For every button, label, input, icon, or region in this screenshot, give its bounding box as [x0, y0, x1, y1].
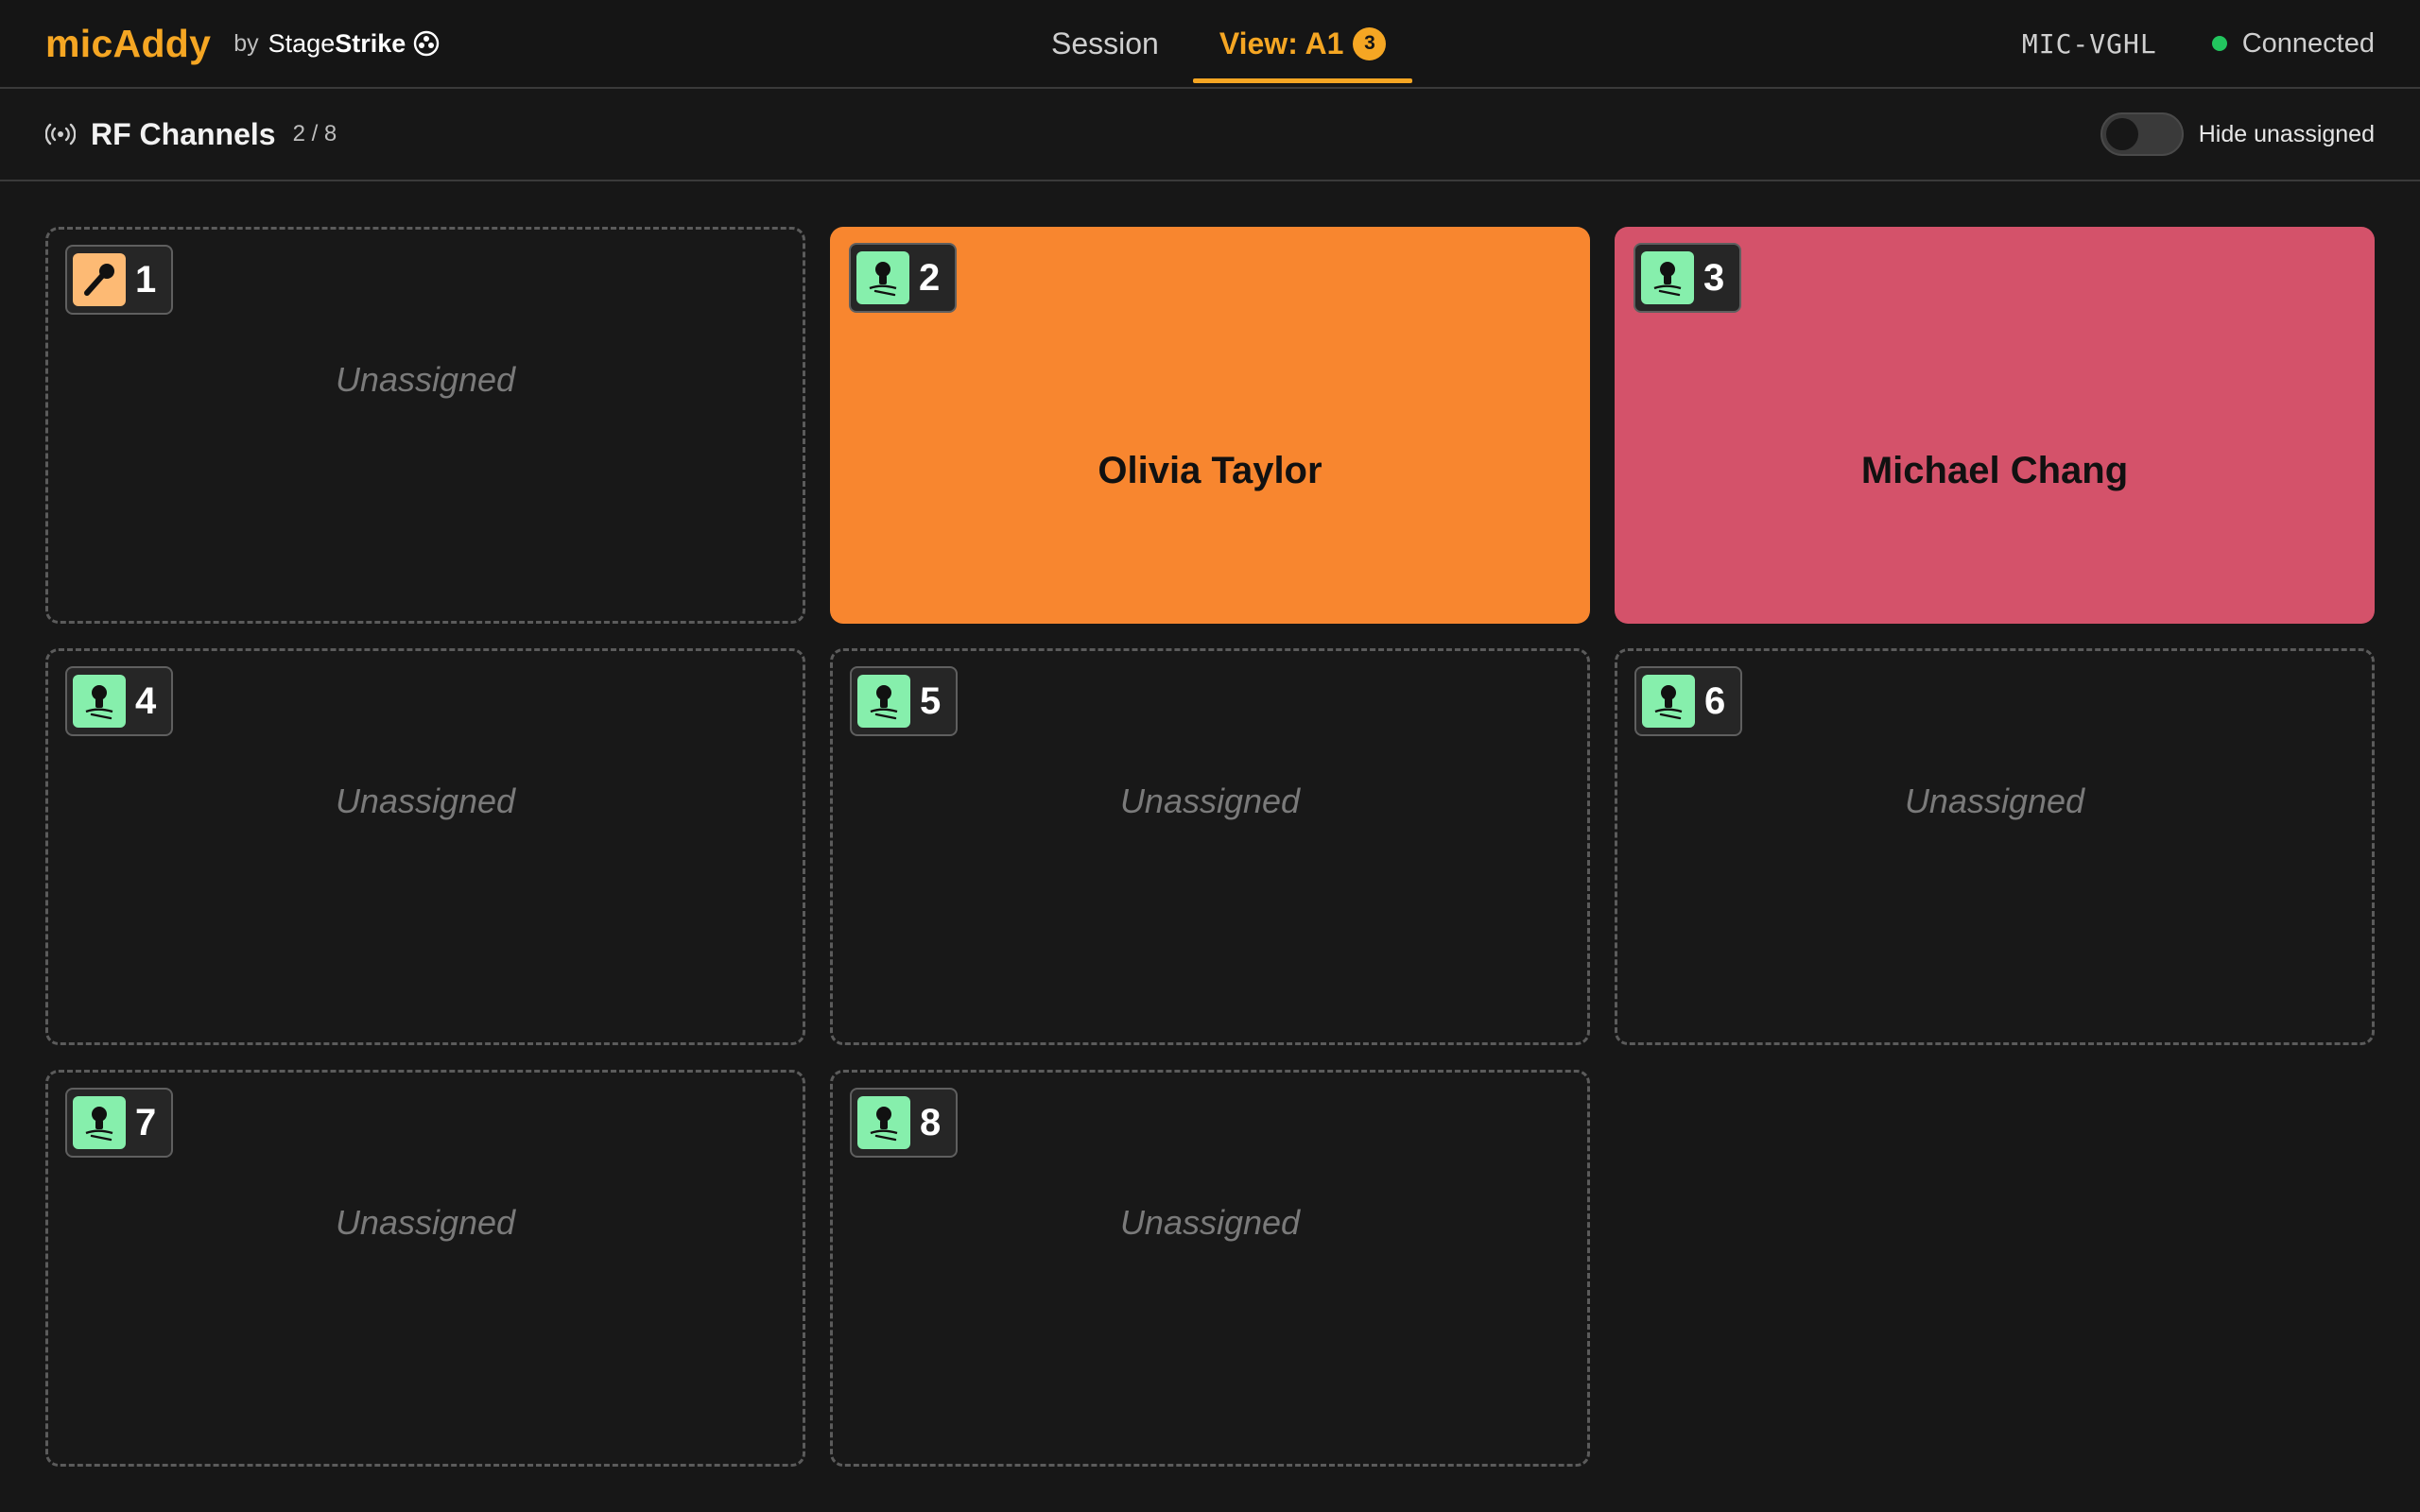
stagestrike-logo-icon [414, 30, 440, 57]
channel-number: 6 [1704, 679, 1726, 722]
channel-chip: 5 [850, 666, 959, 736]
channel-chip: 6 [1634, 666, 1743, 736]
channel-number: 3 [1703, 256, 1725, 299]
section-header: RF Channels 2 / 8 Hide unassigned [0, 89, 2420, 181]
lavalier-mic-icon [856, 251, 909, 304]
hide-unassigned-control: Hide unassigned [2100, 89, 2375, 180]
section-title: RF Channels [91, 116, 276, 151]
device-id: MIC-VGHL [2021, 27, 2157, 60]
channel-card-2[interactable]: 2 Olivia Taylor [830, 227, 1590, 624]
unassigned-label: Unassigned [1904, 782, 2085, 820]
handheld-mic-icon [73, 253, 126, 306]
lavalier-mic-icon [73, 1096, 126, 1149]
company-name: StageStrike [268, 29, 406, 59]
channel-chip: 3 [1634, 243, 1742, 313]
rf-signal-icon [45, 123, 76, 146]
channel-number: 4 [135, 679, 157, 722]
channel-number: 2 [919, 256, 941, 299]
performer-name: Olivia Taylor [1098, 450, 1322, 491]
channel-number: 1 [135, 258, 157, 301]
unassigned-label: Unassigned [1119, 1203, 1301, 1242]
channel-chip: 7 [65, 1088, 174, 1158]
section-title-group: RF Channels 2 / 8 [45, 89, 337, 180]
unassigned-label: Unassigned [335, 1203, 516, 1242]
unassigned-label: Unassigned [335, 360, 516, 399]
channel-card-6[interactable]: 6 Unassigned [1615, 648, 2375, 1045]
channel-chip: 1 [65, 245, 174, 315]
channel-number: 5 [920, 679, 942, 722]
channel-chip: 4 [65, 666, 174, 736]
hide-unassigned-label[interactable]: Hide unassigned [2199, 121, 2375, 148]
status-area: MIC-VGHL Connected [2022, 0, 2375, 87]
channel-chip: 2 [849, 243, 958, 313]
top-bar: micAddy by StageStrike Session View: A1 … [0, 0, 2420, 89]
tab-session[interactable]: Session [1021, 0, 1189, 87]
channel-number: 8 [920, 1101, 942, 1143]
channel-card-4[interactable]: 4 Unassigned [45, 648, 805, 1045]
brand-by: by [233, 29, 259, 57]
connection-status: Connected [2241, 27, 2375, 59]
channel-card-3[interactable]: 3 Michael Chang [1615, 227, 2375, 624]
channel-card-8[interactable]: 8 Unassigned [830, 1070, 1590, 1467]
lavalier-mic-icon [857, 1096, 910, 1149]
unassigned-label: Unassigned [1119, 782, 1301, 820]
unassigned-label: Unassigned [335, 782, 516, 820]
channel-count: 2 / 8 [292, 121, 337, 146]
lavalier-mic-icon [1642, 675, 1695, 728]
tab-session-label: Session [1051, 26, 1159, 60]
connection-status-dot-icon [2211, 36, 2227, 51]
performer-name: Michael Chang [1860, 450, 2129, 491]
app-name: micAddy [45, 21, 212, 65]
company-name-light: Stage [268, 28, 336, 58]
tab-view-a1[interactable]: View: A1 3 [1189, 0, 1417, 87]
brand: micAddy by StageStrike [45, 0, 440, 87]
tab-view-label: View: A1 [1219, 26, 1344, 60]
lavalier-mic-icon [1641, 251, 1694, 304]
company-name-bold: Strike [335, 28, 406, 58]
channel-card-7[interactable]: 7 Unassigned [45, 1070, 805, 1467]
view-count-badge: 3 [1353, 26, 1387, 60]
channel-chip: 8 [850, 1088, 959, 1158]
toggle-knob [2105, 118, 2138, 150]
hide-unassigned-toggle[interactable] [2100, 112, 2184, 156]
channel-card-1[interactable]: 1 Unassigned [45, 227, 805, 624]
channel-number: 7 [135, 1101, 157, 1143]
channel-card-5[interactable]: 5 Unassigned [830, 648, 1590, 1045]
lavalier-mic-icon [857, 675, 910, 728]
lavalier-mic-icon [73, 675, 126, 728]
main-nav: Session View: A1 3 [1021, 0, 1416, 87]
